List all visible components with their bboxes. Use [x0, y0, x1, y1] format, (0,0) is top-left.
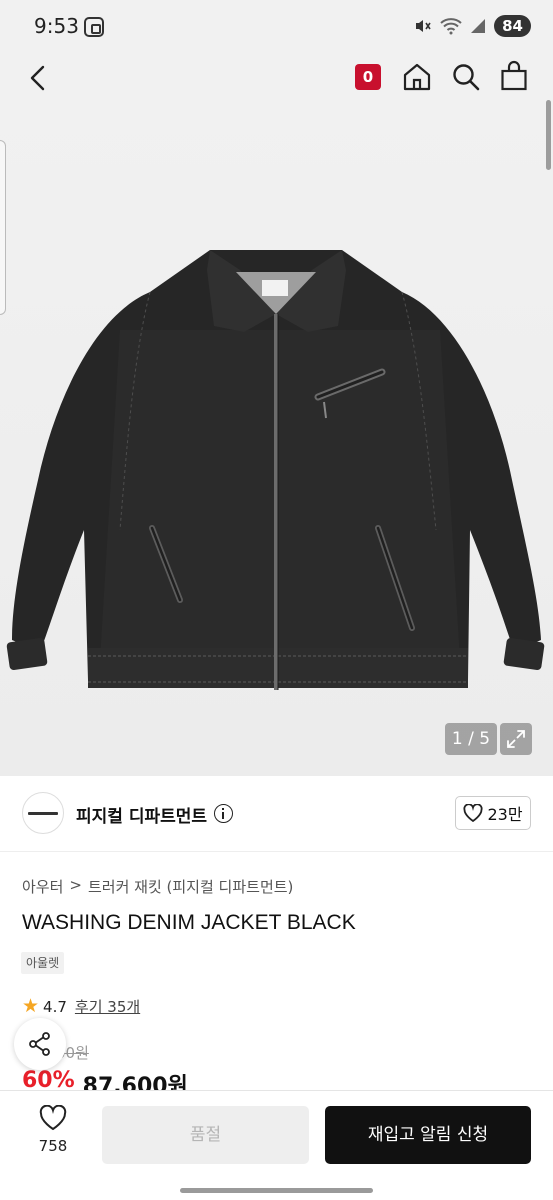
- discount-rate: 60%: [22, 1068, 75, 1090]
- brand-like-button[interactable]: 23만: [455, 796, 531, 830]
- bottom-action-bar: 758 품절 재입고 알림 신청: [0, 1090, 553, 1200]
- expand-icon: [507, 730, 525, 748]
- home-indicator[interactable]: [180, 1188, 373, 1193]
- shopping-bag-icon[interactable]: [500, 60, 528, 92]
- rating-row: ★ 4.7 후기 35개: [22, 996, 140, 1017]
- wifi-icon: [440, 18, 462, 35]
- wishlist-count: 758: [38, 1137, 68, 1155]
- wishlist-button[interactable]: 758: [22, 1104, 84, 1165]
- brand-row: 피지컬 디파트먼트 23만: [0, 776, 553, 852]
- brand-like-count: 23만: [487, 805, 523, 824]
- app-header: 0: [0, 56, 553, 100]
- breadcrumb: 아우터 > 트러커 재킷 (피지컬 디파트먼트): [22, 876, 293, 897]
- product-image-gallery[interactable]: 1 / 5: [0, 100, 553, 776]
- signal-icon: [471, 19, 486, 33]
- search-icon[interactable]: [451, 62, 481, 92]
- share-button[interactable]: [14, 1018, 66, 1070]
- sale-price: 87,600원: [82, 1074, 188, 1090]
- product-title: WASHING DENIM JACKET BLACK: [22, 911, 356, 934]
- sold-out-button[interactable]: 품절: [102, 1106, 309, 1164]
- brand-name[interactable]: 피지컬 디파트먼트: [76, 802, 207, 827]
- rating-value: 4.7: [43, 997, 67, 1016]
- restock-alert-button[interactable]: 재입고 알림 신청: [325, 1106, 531, 1164]
- breadcrumb-separator: >: [69, 876, 82, 894]
- home-icon[interactable]: [402, 62, 432, 92]
- share-icon: [29, 1032, 50, 1056]
- breadcrumb-category[interactable]: 아우터: [22, 876, 63, 897]
- star-icon: ★: [22, 995, 40, 1017]
- status-indicators: 84: [414, 15, 531, 37]
- heart-icon: [39, 1104, 67, 1131]
- info-icon[interactable]: [214, 804, 233, 823]
- status-bar: 9:53 84: [0, 0, 553, 56]
- price-row: 60% 87,600원: [22, 1068, 188, 1090]
- review-link[interactable]: 후기 35개: [75, 996, 140, 1017]
- screenshot-icon: [84, 17, 104, 37]
- image-counter: 1 / 5: [445, 723, 497, 755]
- back-arrow-icon[interactable]: [26, 64, 52, 92]
- status-time: 9:53: [34, 14, 79, 38]
- brand-logo[interactable]: [22, 792, 64, 834]
- breadcrumb-subcategory[interactable]: 트러커 재킷 (피지컬 디파트먼트): [88, 876, 293, 897]
- jacket-product-photo: [6, 250, 545, 690]
- outlet-badge: 아울렛: [21, 952, 65, 974]
- mute-icon: [416, 20, 431, 32]
- brand-logo-mark: [28, 811, 58, 815]
- heart-icon: [463, 804, 483, 822]
- recent-count-badge[interactable]: 0: [355, 64, 381, 90]
- battery-badge: 84: [494, 15, 531, 37]
- expand-image-button[interactable]: [500, 723, 532, 755]
